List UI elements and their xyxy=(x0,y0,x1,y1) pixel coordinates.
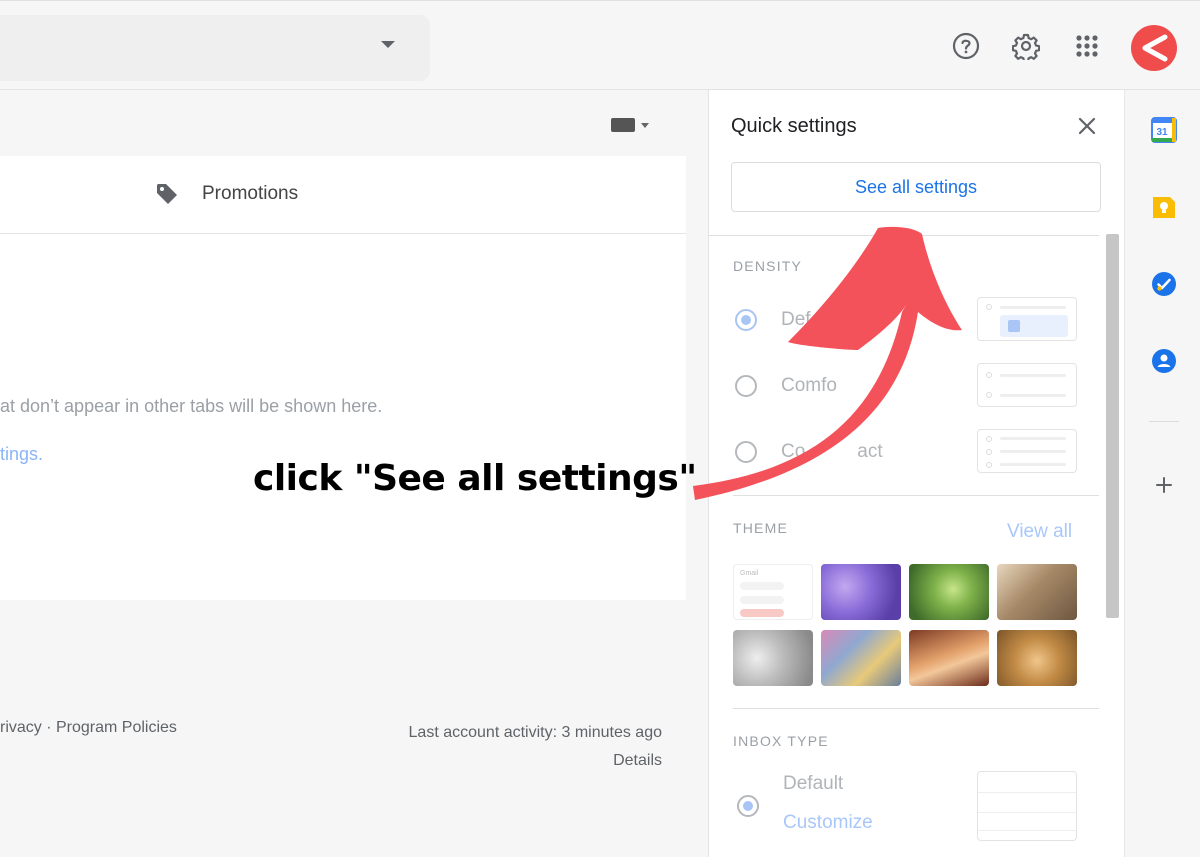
calendar-icon[interactable]: 31 xyxy=(1151,117,1177,143)
density-option-label-suffix: act xyxy=(857,441,883,462)
preview-bar xyxy=(740,582,784,590)
search-options-caret-icon[interactable] xyxy=(381,41,395,48)
preview-line xyxy=(978,792,1076,793)
gear-icon[interactable] xyxy=(1011,31,1041,61)
preview-dot xyxy=(986,372,992,378)
keyboard-icon xyxy=(611,118,635,132)
theme-bubbles[interactable] xyxy=(733,630,813,686)
theme-heading: THEME xyxy=(733,520,788,536)
theme-leaf[interactable] xyxy=(909,564,989,620)
density-option-label: Co xyxy=(781,441,806,462)
inbox-type-default-label: Default xyxy=(783,773,844,794)
empty-tab-message: at don’t appear in other tabs will be sh… xyxy=(0,396,383,416)
preview-line xyxy=(1000,394,1066,397)
density-compact-preview[interactable] xyxy=(977,429,1077,473)
apps-grid-icon[interactable] xyxy=(1072,31,1102,61)
avatar-logo-icon xyxy=(1142,34,1168,62)
footer-policy-links[interactable]: rivacy · Program Policies xyxy=(0,719,177,737)
keep-icon[interactable] xyxy=(1151,194,1177,220)
last-activity-text: Last account activity: 3 minutes ago xyxy=(408,724,662,741)
inbox-type-default-radio[interactable] xyxy=(737,795,759,817)
inbox-type-default-preview[interactable] xyxy=(977,771,1077,841)
tasks-icon[interactable] xyxy=(1151,271,1177,297)
close-icon[interactable] xyxy=(1075,114,1099,138)
details-link[interactable]: Details xyxy=(409,747,662,775)
density-option-label: Comfo xyxy=(781,375,837,396)
preview-line xyxy=(978,830,1076,831)
tag-icon xyxy=(157,184,177,204)
contacts-icon[interactable] xyxy=(1151,348,1177,374)
radio-unselected[interactable] xyxy=(735,441,757,463)
theme-grid: Gmail xyxy=(733,564,1077,686)
input-tools-button[interactable] xyxy=(611,118,649,132)
scrollbar[interactable] xyxy=(1106,234,1119,618)
radio-selected[interactable] xyxy=(735,309,757,331)
theme-mosaic[interactable] xyxy=(821,630,901,686)
view-all-themes-link[interactable]: View all xyxy=(1007,521,1072,543)
theme-chess[interactable] xyxy=(997,564,1077,620)
top-bar xyxy=(0,0,1200,90)
preview-line xyxy=(1000,306,1066,309)
inbox-type-heading: INBOX TYPE xyxy=(733,733,829,749)
chevron-down-icon xyxy=(641,122,649,128)
density-option-default[interactable]: Def xyxy=(735,309,811,331)
preview-highlight xyxy=(1000,315,1068,337)
density-option-compact[interactable]: Co act xyxy=(735,441,883,463)
radio-dot xyxy=(743,801,753,811)
preview-dot xyxy=(986,462,992,468)
see-all-settings-button[interactable]: See all settings xyxy=(731,162,1101,212)
preview-line xyxy=(1000,463,1066,466)
divider xyxy=(1149,421,1179,422)
search-box[interactable] xyxy=(0,15,430,81)
footer-activity: Last account activity: 3 minutes ago Det… xyxy=(409,719,662,775)
preview-dot xyxy=(986,436,992,442)
theme-default[interactable]: Gmail xyxy=(733,564,813,620)
tab-promotions-label: Promotions xyxy=(202,183,299,204)
preview-line xyxy=(1000,374,1066,377)
add-addon-icon[interactable] xyxy=(1151,472,1177,498)
preview-line xyxy=(1000,450,1066,453)
preview-dot xyxy=(986,392,992,398)
message-list-card: Promotions at don’t appear in other tabs… xyxy=(0,156,686,600)
divider xyxy=(733,708,1099,709)
document-icon xyxy=(1008,320,1020,332)
density-default-preview[interactable] xyxy=(977,297,1077,341)
radio-unselected[interactable] xyxy=(735,375,757,397)
inbox-settings-link[interactable]: tings. xyxy=(0,444,43,465)
preview-line xyxy=(1000,437,1066,440)
preview-line xyxy=(978,812,1076,813)
preview-bar xyxy=(740,596,784,604)
account-avatar[interactable] xyxy=(1131,25,1177,71)
density-option-comfortable[interactable]: Comfo xyxy=(735,375,837,397)
inbox-tabs: Promotions xyxy=(0,156,686,234)
density-comfortable-preview[interactable] xyxy=(977,363,1077,407)
theme-autumn[interactable] xyxy=(997,630,1077,686)
quick-settings-title: Quick settings xyxy=(731,115,857,137)
quick-settings-panel: Quick settings See all settings DENSITY … xyxy=(708,90,1124,857)
preview-dot xyxy=(986,449,992,455)
tab-promotions[interactable]: Promotions xyxy=(154,181,298,207)
inbox-customize-link[interactable]: Customize xyxy=(783,812,873,834)
theme-jellyfish[interactable] xyxy=(821,564,901,620)
svg-text:31: 31 xyxy=(1156,127,1168,138)
help-icon[interactable] xyxy=(951,31,981,61)
preview-dot xyxy=(986,304,992,310)
divider xyxy=(709,235,1099,236)
density-option-label: Def xyxy=(781,309,811,330)
theme-preview-brand: Gmail xyxy=(740,570,759,577)
preview-bar xyxy=(740,609,784,617)
annotation-instruction: click "See all settings" xyxy=(253,458,697,499)
theme-canyon[interactable] xyxy=(909,630,989,686)
divider xyxy=(733,495,1099,496)
side-panel: 31 xyxy=(1124,90,1200,857)
density-heading: DENSITY xyxy=(733,258,803,274)
